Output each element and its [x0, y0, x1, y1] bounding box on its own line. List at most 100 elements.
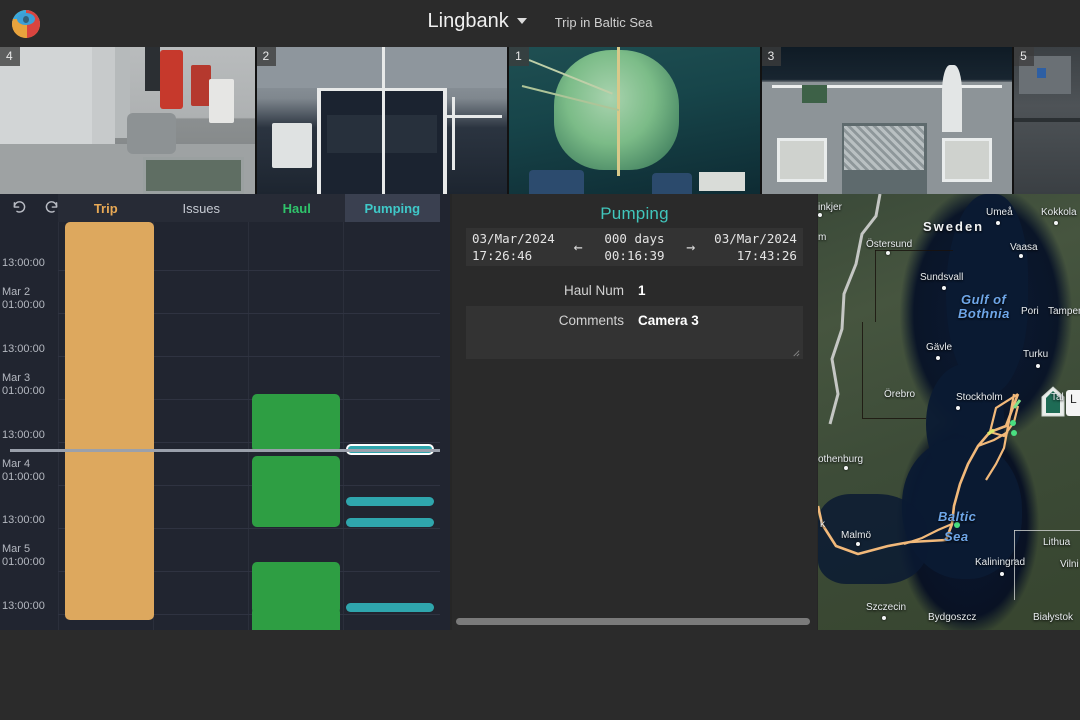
camera-tile-5[interactable]: 5	[1014, 47, 1080, 194]
camera-number-badge: 2	[256, 47, 277, 66]
timeline-tab-trip[interactable]: Trip	[58, 194, 154, 222]
timeline-panel: Trip Issues Haul Pumping 13:00:00 Mar 2 …	[0, 194, 450, 630]
timeline-tab-pumping[interactable]: Pumping	[344, 194, 440, 222]
resize-handle-icon[interactable]	[791, 348, 800, 357]
timeline-bar-haul[interactable]	[252, 505, 340, 527]
camera-tile-4[interactable]: 4	[0, 47, 255, 194]
timeline-bar-haul[interactable]	[252, 607, 340, 630]
map-label: Lithua	[1043, 537, 1071, 548]
timeline-time-label: 13:00:00	[2, 343, 45, 355]
comments-field[interactable]: Comments Camera 3	[466, 306, 803, 359]
page-title: Lingbank Trip in Baltic Sea	[0, 10, 1080, 33]
haul-num-label: Haul Num	[563, 282, 624, 298]
map-label: Baltic	[938, 509, 977, 524]
timeline-time-label: Mar 5 01:00:00	[2, 543, 45, 568]
detail-end-date: 03/Mar/2024	[714, 231, 797, 246]
map-popup[interactable]: L	[1066, 390, 1080, 416]
camera-tile-1[interactable]: 1	[509, 47, 760, 194]
timeline-bar-pumping[interactable]	[346, 518, 434, 527]
camera-number-badge: 3	[761, 47, 782, 66]
map-label: Szczecin	[866, 602, 907, 613]
detail-horizontal-scrollbar[interactable]	[454, 617, 812, 626]
undo-icon[interactable]	[8, 196, 30, 218]
timeline-playhead[interactable]	[10, 449, 440, 452]
detail-haul-num-row: Haul Num 1	[466, 279, 803, 301]
timeline-time-label: Mar 4 01:00:00	[2, 458, 45, 483]
map-label: Pori	[1021, 306, 1039, 317]
map-label: Turku	[1023, 349, 1049, 360]
timeline-tab-issues[interactable]: Issues	[154, 194, 250, 222]
scrollbar-thumb[interactable]	[456, 618, 810, 625]
detail-duration-days: 000 days	[604, 231, 665, 246]
map-label: Bydgoszcz	[928, 612, 977, 623]
detail-start-date: 03/Mar/2024	[472, 231, 555, 246]
map-label: Sea	[944, 529, 969, 544]
map-label: Vilni	[1060, 559, 1079, 570]
map-panel[interactable]: L Sweden Umeå Kokkola inkjer m Östersund Vaasa…	[818, 194, 1080, 630]
haul-num-value[interactable]: 1	[624, 283, 646, 298]
timeline-time-label: 13:00:00	[2, 257, 45, 269]
timeline-bar-haul[interactable]	[252, 394, 340, 452]
camera-number-badge: 4	[0, 47, 20, 66]
detail-panel: Pumping 03/Mar/2024 17:26:46 ← 000 days …	[452, 194, 817, 630]
app-root: Lingbank Trip in Baltic Sea 4 2 1 3 5 Tr…	[0, 0, 1080, 720]
map-label: Sweden	[923, 219, 985, 234]
chevron-down-icon[interactable]	[516, 18, 527, 24]
timeline-bar-pumping[interactable]	[346, 603, 434, 612]
map-label: Vaasa	[1010, 242, 1038, 253]
timeline-time-label: 13:00:00	[2, 514, 45, 526]
timeline-time-label: Mar 3 01:00:00	[2, 372, 45, 397]
timeline-tabs: Trip Issues Haul Pumping	[58, 194, 440, 222]
map-label: Malmö	[841, 530, 872, 541]
map-label: Białystok	[1033, 612, 1074, 623]
map-label: Örebro	[884, 389, 916, 400]
timeline-tab-haul[interactable]: Haul	[249, 194, 345, 222]
map-label: Gulf of	[961, 292, 1007, 307]
camera-strip: 4 2 1 3 5	[0, 47, 1080, 194]
trip-subtitle: Trip in Baltic Sea	[554, 15, 653, 30]
detail-title: Pumping	[600, 204, 669, 223]
detail-time-range: 03/Mar/2024 17:26:46 ← 000 days 00:16:39…	[466, 228, 803, 266]
map-label: Sundsvall	[920, 272, 964, 283]
map-label: m	[818, 232, 827, 243]
map-label: othenburg	[818, 454, 864, 465]
app-name[interactable]: Lingbank	[428, 10, 509, 33]
detail-duration: 000 days 00:16:39	[593, 230, 677, 264]
detail-end-datetime: 03/Mar/2024 17:43:26	[705, 230, 803, 264]
map-label: Tampere	[1048, 306, 1080, 317]
detail-start-datetime: 03/Mar/2024 17:26:46	[466, 230, 564, 264]
camera-number-badge: 1	[509, 47, 529, 66]
map-label: Kokkola	[1041, 207, 1077, 218]
camera-number-badge: 5	[1014, 47, 1034, 66]
map-label: Gävle	[926, 342, 953, 353]
camera-tile-2[interactable]: 2	[256, 47, 508, 194]
timeline-bar-trip[interactable]	[65, 222, 154, 620]
playback-bar: 10x 03/Mar/2024	[0, 630, 1080, 720]
map-label: Bothnia	[958, 306, 1010, 321]
timeline-bar-pumping[interactable]	[346, 497, 434, 506]
map-label: Umeå	[986, 207, 1013, 218]
map-label: k	[820, 519, 825, 530]
top-bar: Lingbank Trip in Baltic Sea	[0, 0, 1080, 47]
comments-label: Comments	[558, 313, 624, 328]
timeline-body[interactable]: 13:00:00 Mar 2 01:00:00 13:00:00 Mar 3 01:…	[0, 222, 450, 630]
comments-value[interactable]: Camera 3	[638, 313, 699, 328]
camera-tile-3[interactable]: 3	[761, 47, 1013, 194]
arrow-right-icon[interactable]: →	[676, 238, 705, 256]
detail-end-time: 17:43:26	[736, 248, 797, 263]
detail-start-time: 17:26:46	[472, 248, 533, 263]
timeline-time-label: Mar 2 01:00:00	[2, 286, 45, 311]
map-label: Stockholm	[956, 392, 1003, 403]
track-waypoint[interactable]	[1010, 420, 1016, 426]
map-label: Kaliningrad	[975, 557, 1026, 568]
map-label: Tal	[1051, 392, 1064, 403]
arrow-left-icon[interactable]: ←	[564, 238, 593, 256]
timeline-time-label: 13:00:00	[2, 429, 45, 441]
track-waypoint[interactable]	[1011, 430, 1017, 436]
main-content: Trip Issues Haul Pumping 13:00:00 Mar 2 …	[0, 194, 1080, 630]
detail-duration-time: 00:16:39	[604, 248, 665, 263]
map-label: Östersund	[866, 239, 913, 250]
map-label: inkjer	[818, 202, 842, 213]
timeline-header: Trip Issues Haul Pumping	[0, 194, 450, 222]
timeline-time-label: 13:00:00	[2, 600, 45, 612]
